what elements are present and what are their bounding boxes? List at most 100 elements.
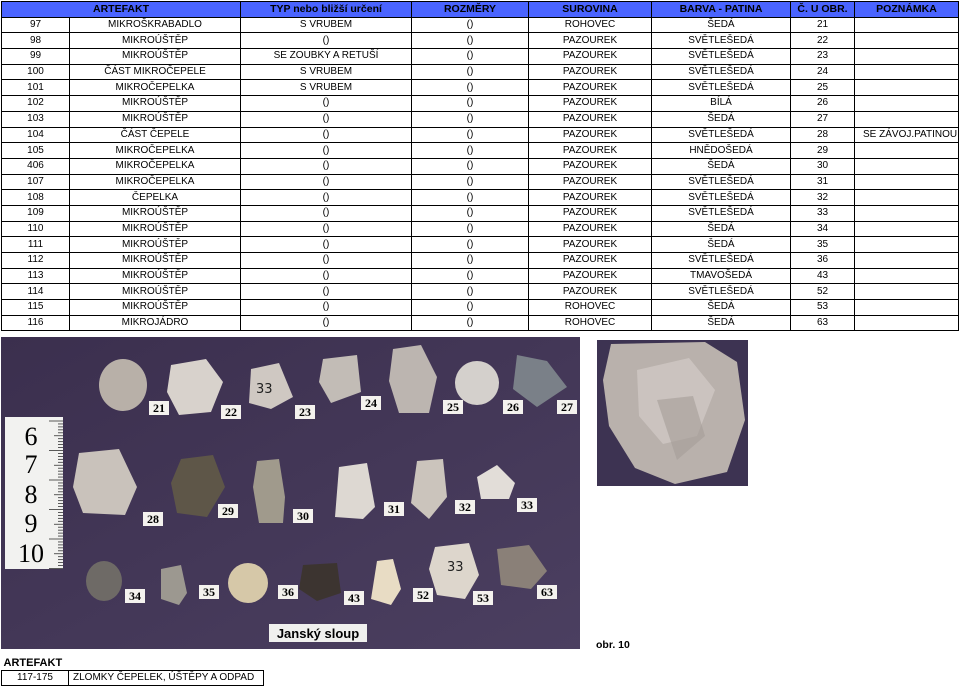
cell-artefakt: MIKROÚŠTĚP xyxy=(69,252,241,269)
table-row: 109 MIKROÚŠTĚP()() PAZOUREK SVĚTLEŠEDÁ 33 xyxy=(1,204,959,222)
artifact-stone xyxy=(99,359,147,411)
table-row: 100 ČÁST MIKROČEPELE S VRUBEM() PAZOUREK SVĚ… xyxy=(1,63,959,81)
cell-surovina: PAZOUREK xyxy=(528,173,652,191)
col-header-typ: TYP nebo bližší určení xyxy=(240,1,412,18)
photo-number-label: 35 xyxy=(203,585,215,599)
cell-rozmery: () xyxy=(411,95,529,112)
cell-typ: SE ZOUBKY A RETUŠÍ xyxy=(240,48,412,65)
cell-poznamka xyxy=(854,299,959,316)
col-header-cislo: Č. U OBR. xyxy=(790,1,855,18)
cell-rozmery: () xyxy=(411,220,529,238)
footer-description: ZLOMKY ČEPELEK, ÚŠTĚPY A ODPAD xyxy=(68,670,264,686)
cell-artefakt: MIKROÚŠTĚP xyxy=(69,110,241,128)
cell-rozmery: () xyxy=(411,157,529,175)
cell-rozmery: () xyxy=(411,79,529,97)
cell-surovina: ROHOVEC xyxy=(528,299,652,316)
cell-artefakt: MIKROÚŠTĚP xyxy=(69,283,241,301)
cell-poznamka xyxy=(854,267,959,285)
photo-caption: Janský sloup xyxy=(277,626,359,641)
cell-artefakt: MIKROÚŠTĚP xyxy=(69,95,241,112)
cell-number: 112 xyxy=(1,252,70,269)
cell-poznamka xyxy=(854,95,959,112)
table-row: 107 MIKROČEPELKA()() PAZOUREK SVĚTLEŠEDÁ 31 xyxy=(1,173,959,191)
cell-poznamka xyxy=(854,32,959,50)
cell-number: 406 xyxy=(1,157,70,175)
ruler-number: 7 xyxy=(25,450,38,479)
table-row: 111 MIKROÚŠTĚP()() PAZOUREK ŠEDÁ 35 xyxy=(1,236,959,253)
ruler-number: 10 xyxy=(18,539,44,568)
cell-poznamka xyxy=(854,110,959,128)
cell-artefakt: MIKROÚŠTĚP xyxy=(69,267,241,285)
cell-artefakt: MIKROÚŠTĚP xyxy=(69,299,241,316)
cell-typ: () xyxy=(240,95,412,112)
cell-typ: () xyxy=(240,126,412,144)
cell-rozmery: () xyxy=(411,252,529,269)
artifacts-photo: 6 7 8 9 10 33 33 21 22 23 24 25 26 27 28 2 xyxy=(1,337,580,649)
figure-label: obr. 10 xyxy=(596,639,630,651)
cell-cislo: 34 xyxy=(790,220,855,238)
handwritten-mark: 33 xyxy=(447,560,464,575)
cell-surovina: PAZOUREK xyxy=(528,32,652,50)
cell-number: 99 xyxy=(1,48,70,65)
cell-number: 104 xyxy=(1,126,70,144)
cell-artefakt: MIKROČEPELKA xyxy=(69,79,241,97)
cell-poznamka xyxy=(854,173,959,191)
cell-number: 110 xyxy=(1,220,70,238)
cell-number: 114 xyxy=(1,283,70,301)
photo-number-label: 26 xyxy=(507,400,519,414)
cell-rozmery: () xyxy=(411,63,529,81)
photo-number-label: 52 xyxy=(417,588,429,602)
cell-typ: () xyxy=(240,204,412,222)
col-header-poznamka: POZNÁMKA xyxy=(854,1,959,18)
cell-artefakt: ČÁST MIKROČEPELE xyxy=(69,63,241,81)
cell-cislo: 33 xyxy=(790,204,855,222)
cell-barva: SVĚTLEŠEDÁ xyxy=(651,173,791,191)
cell-rozmery: () xyxy=(411,110,529,128)
artifact-table: ARTEFAKT TYP nebo bližší určení ROZMĚRY … xyxy=(1,1,959,332)
cell-cislo: 25 xyxy=(790,79,855,97)
cell-surovina: PAZOUREK xyxy=(528,63,652,81)
cell-typ: () xyxy=(240,157,412,175)
cell-surovina: ROHOVEC xyxy=(528,314,652,332)
cell-cislo: 24 xyxy=(790,63,855,81)
cell-typ: () xyxy=(240,142,412,159)
cell-typ: () xyxy=(240,173,412,191)
cell-typ: () xyxy=(240,220,412,238)
cell-cislo: 31 xyxy=(790,173,855,191)
photo-number-label: 36 xyxy=(282,585,294,599)
cell-number: 102 xyxy=(1,95,70,112)
cell-rozmery: () xyxy=(411,32,529,50)
cell-cislo: 52 xyxy=(790,283,855,301)
table-row: 113 MIKROÚŠTĚP()() PAZOUREK TMAVOŠEDÁ 43 xyxy=(1,267,959,285)
cell-cislo: 26 xyxy=(790,95,855,112)
cell-barva: BÍLÁ xyxy=(651,95,791,112)
cell-surovina: PAZOUREK xyxy=(528,142,652,159)
photo-number-label: 63 xyxy=(541,585,553,599)
col-header-barva: BARVA - PATINA xyxy=(651,1,791,18)
cell-poznamka xyxy=(854,48,959,65)
cell-artefakt: MIKROČEPELKA xyxy=(69,157,241,175)
photo-number-label: 30 xyxy=(297,509,309,523)
table-row: 115 MIKROÚŠTĚP()() ROHOVEC ŠEDÁ 53 xyxy=(1,299,959,316)
cell-artefakt: MIKROÚŠTĚP xyxy=(69,32,241,50)
cell-cislo: 43 xyxy=(790,267,855,285)
cell-surovina: PAZOUREK xyxy=(528,189,652,206)
cell-artefakt: MIKROČEPELKA xyxy=(69,142,241,159)
cell-surovina: PAZOUREK xyxy=(528,126,652,144)
cell-cislo: 30 xyxy=(790,157,855,175)
cell-barva: SVĚTLEŠEDÁ xyxy=(651,126,791,144)
photo-number-label: 23 xyxy=(299,405,311,419)
photo-number-label: 25 xyxy=(447,400,459,414)
table-row: 114 MIKROÚŠTĚP()() PAZOUREK SVĚTLEŠEDÁ 52 xyxy=(1,283,959,301)
cell-poznamka xyxy=(854,204,959,222)
cell-surovina: PAZOUREK xyxy=(528,283,652,301)
cell-cislo: 28 xyxy=(790,126,855,144)
cell-barva: ŠEDÁ xyxy=(651,110,791,128)
cell-typ: () xyxy=(240,189,412,206)
cell-typ: S VRUBEM xyxy=(240,63,412,81)
cell-number: 105 xyxy=(1,142,70,159)
cell-poznamka xyxy=(854,79,959,97)
cell-rozmery: () xyxy=(411,126,529,144)
cell-cislo: 36 xyxy=(790,252,855,269)
cell-typ: () xyxy=(240,283,412,301)
